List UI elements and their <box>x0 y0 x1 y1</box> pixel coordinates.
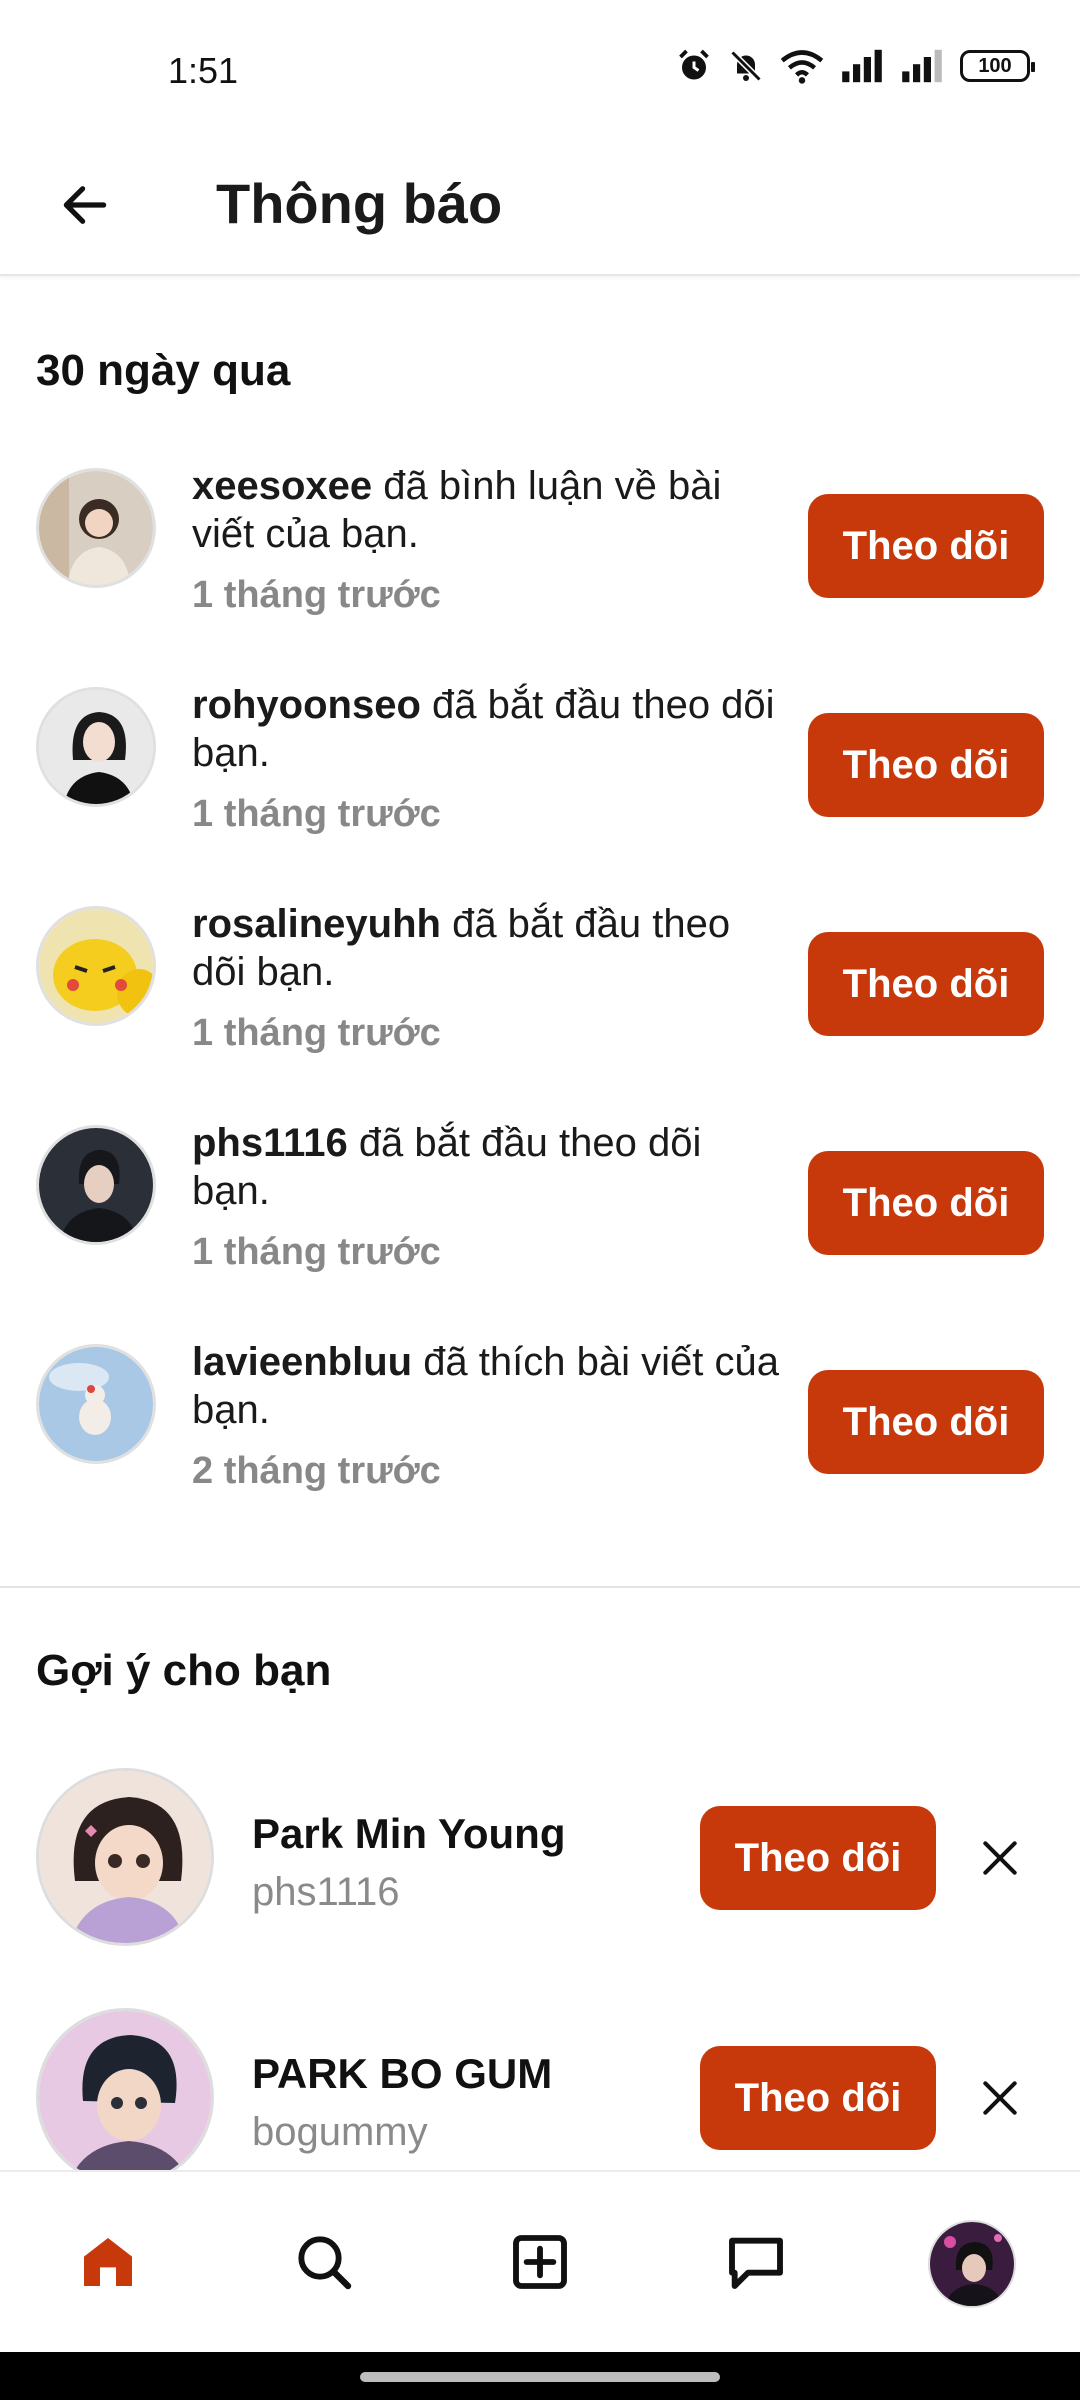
wifi-icon <box>780 50 824 84</box>
avatar[interactable] <box>36 1344 156 1464</box>
profile-avatar[interactable] <box>928 2220 1016 2308</box>
suggestion-name: Park Min Young <box>252 1810 566 1857</box>
avatar[interactable] <box>36 1768 214 1946</box>
app-header: Thông báo <box>0 140 1080 276</box>
notification-username[interactable]: rohyoonseo <box>192 683 421 727</box>
section-divider <box>0 1586 1080 1588</box>
follow-button[interactable]: Theo dõi <box>700 2046 936 2150</box>
home-icon <box>84 2238 132 2286</box>
mute-bell-icon <box>730 50 762 82</box>
follow-button[interactable]: Theo dõi <box>700 1806 936 1910</box>
create-post-icon <box>513 2235 567 2289</box>
suggestion-item[interactable]: PARK BO GUM bogummy Theo dõi <box>0 2008 1080 2188</box>
notification-text: xeesoxee đã bình luận về bài viết của bạ… <box>192 462 782 558</box>
avatar[interactable] <box>36 687 156 807</box>
suggestion-handle: bogummy <box>252 2110 428 2154</box>
notification-username[interactable]: lavieenbluu <box>192 1340 412 1384</box>
status-time: 1:51 <box>168 50 239 91</box>
notification-time: 1 tháng trước <box>192 574 441 616</box>
battery-indicator: 100 <box>960 50 1035 82</box>
follow-button[interactable]: Theo dõi <box>808 1370 1044 1474</box>
nav-messages[interactable] <box>716 2222 796 2302</box>
notification-username[interactable]: xeesoxee <box>192 464 372 508</box>
suggestion-item[interactable]: Park Min Young phs1116 Theo dõi <box>0 1768 1080 1948</box>
status-icons: 100 <box>676 48 1035 84</box>
nav-search[interactable] <box>284 2222 364 2302</box>
section-title-recent: 30 ngày qua <box>36 346 291 395</box>
bottom-navigation <box>0 2170 1080 2352</box>
search-icon <box>298 2236 352 2290</box>
alarm-icon <box>679 49 709 80</box>
avatar[interactable] <box>36 1125 156 1245</box>
section-title-suggestions: Gợi ý cho bạn <box>36 1646 332 1695</box>
signal-icon-2 <box>902 49 942 83</box>
suggestion-name: PARK BO GUM <box>252 2050 553 2097</box>
arrow-left-icon <box>63 186 107 224</box>
avatar[interactable] <box>36 2008 214 2186</box>
follow-button[interactable]: Theo dõi <box>808 713 1044 817</box>
notification-time: 1 tháng trước <box>192 1231 441 1273</box>
avatar[interactable] <box>36 468 156 588</box>
follow-button[interactable]: Theo dõi <box>808 1151 1044 1255</box>
close-icon <box>983 2081 1017 2115</box>
follow-button[interactable]: Theo dõi <box>808 932 1044 1036</box>
follow-button[interactable]: Theo dõi <box>808 494 1044 598</box>
gesture-area <box>0 2352 1080 2400</box>
notification-username[interactable]: rosalineyuhh <box>192 902 441 946</box>
nav-home[interactable] <box>68 2222 148 2302</box>
notification-text: phs1116 đã bắt đầu theo dõi bạn. <box>192 1119 782 1215</box>
notification-text: rohyoonseo đã bắt đầu theo dõi bạn. <box>192 681 782 777</box>
notification-item[interactable]: lavieenbluu đã thích bài viết của bạn. 2… <box>0 1338 1080 1528</box>
notification-item[interactable]: phs1116 đã bắt đầu theo dõi bạn. 1 tháng… <box>0 1119 1080 1309</box>
close-icon <box>983 1841 1017 1875</box>
notification-item[interactable]: rohyoonseo đã bắt đầu theo dõi bạn. 1 th… <box>0 681 1080 871</box>
dismiss-button[interactable] <box>968 1826 1032 1890</box>
page-title: Thông báo <box>216 172 503 235</box>
notification-text: rosalineyuhh đã bắt đầu theo dõi bạn. <box>192 900 782 996</box>
chat-icon <box>729 2237 783 2289</box>
notification-username[interactable]: phs1116 <box>192 1121 348 1165</box>
notification-time: 1 tháng trước <box>192 1012 441 1054</box>
notification-time: 2 tháng trước <box>192 1450 441 1492</box>
notification-item[interactable]: xeesoxee đã bình luận về bài viết của bạ… <box>0 462 1080 652</box>
notification-item[interactable]: rosalineyuhh đã bắt đầu theo dõi bạn. 1 … <box>0 900 1080 1090</box>
status-bar: 1:51 100 <box>0 0 1080 140</box>
notification-time: 1 tháng trước <box>192 793 441 835</box>
back-button[interactable] <box>50 170 120 240</box>
nav-create[interactable] <box>500 2222 580 2302</box>
home-gesture-bar[interactable] <box>360 2372 720 2382</box>
dismiss-button[interactable] <box>968 2066 1032 2130</box>
suggestion-handle: phs1116 <box>252 1870 400 1914</box>
signal-icon <box>842 49 882 83</box>
avatar[interactable] <box>36 906 156 1026</box>
notification-text: lavieenbluu đã thích bài viết của bạn. <box>192 1338 782 1434</box>
